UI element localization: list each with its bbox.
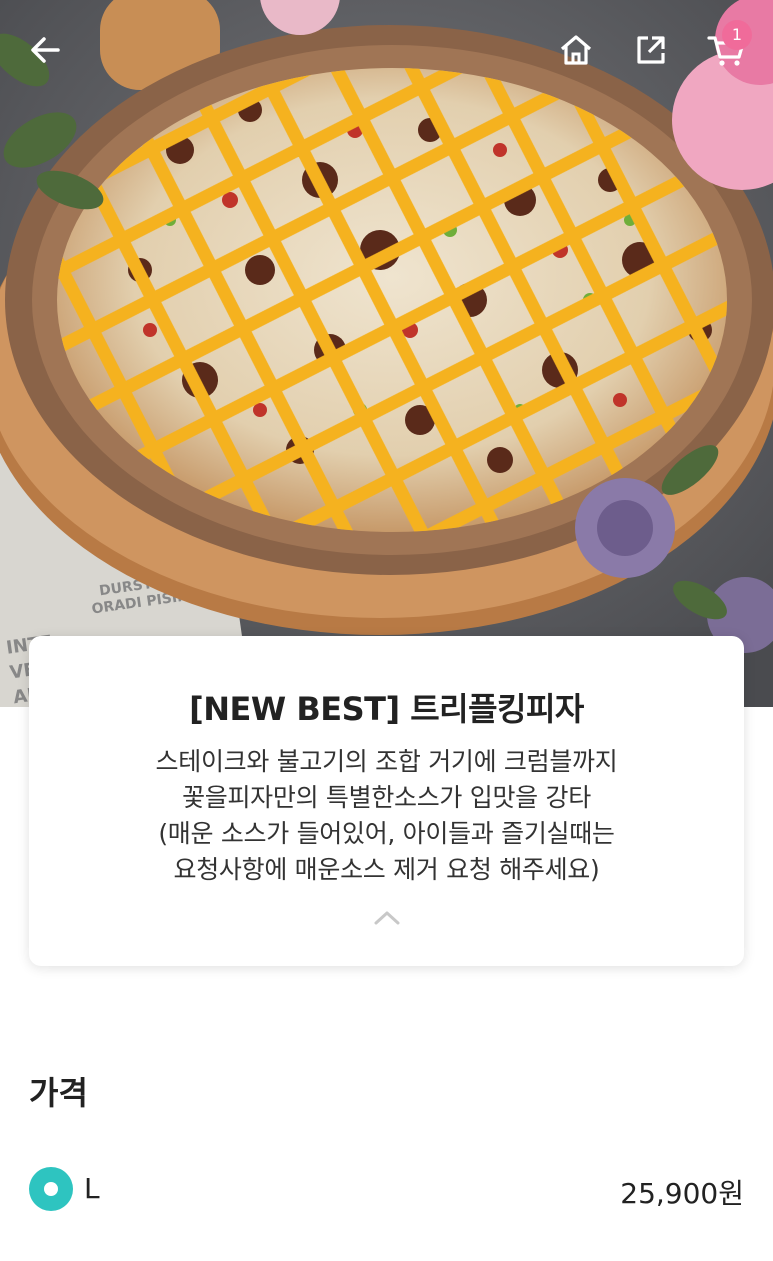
cart-button[interactable]: 1	[702, 20, 752, 74]
description-line: 꽃을피자만의 특별한소스가 입맛을 강타	[182, 783, 591, 812]
size-price: 25,900원	[620, 1177, 744, 1210]
arrow-left-icon	[31, 37, 60, 63]
product-description: 스테이크와 불고기의 조합 거기에 크럼블까지 꽃을피자만의 특별한소스가 입맛…	[69, 744, 704, 888]
cart-count-badge: 1	[722, 20, 752, 50]
description-line: 스테이크와 불고기의 조합 거기에 크럼블까지	[155, 747, 618, 776]
radio-dot	[44, 1182, 58, 1196]
product-title: [NEW BEST] 트리플킹피자	[189, 690, 584, 728]
back-button[interactable]	[22, 26, 70, 74]
price-section-heading: 가격	[29, 1074, 88, 1112]
collapse-description-button[interactable]	[369, 900, 405, 936]
chevron-up-icon	[374, 911, 400, 925]
price-option-l[interactable]: L 25,900원	[29, 1166, 744, 1212]
size-radio-selected[interactable]	[29, 1167, 73, 1211]
home-icon	[560, 35, 592, 65]
description-line: 요청사항에 매운소스 제거 요청 해주세요)	[173, 855, 600, 884]
description-line: (매운 소스가 들어있어, 아이들과 즐기실때는	[158, 819, 615, 848]
size-label: L	[84, 1172, 100, 1205]
pizza-photo: DURST ORADI PISING INTE VE AM	[0, 0, 773, 707]
share-button[interactable]	[627, 26, 675, 74]
home-button[interactable]	[552, 26, 600, 74]
product-info-card: [NEW BEST] 트리플킹피자 스테이크와 불고기의 조합 거기에 크럼블까…	[29, 636, 744, 966]
share-icon	[637, 36, 665, 64]
product-hero-image: DURST ORADI PISING INTE VE AM	[0, 0, 773, 707]
